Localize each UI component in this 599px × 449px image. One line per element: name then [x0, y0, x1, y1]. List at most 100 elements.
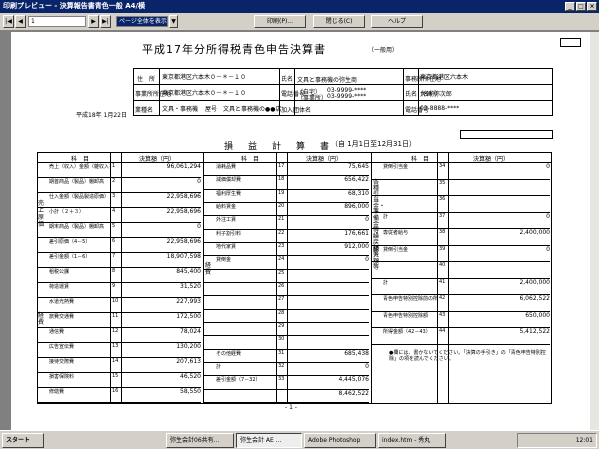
- row-amount: 207,613: [176, 358, 201, 365]
- row-amount: 896,000: [344, 203, 369, 210]
- row-number: 28: [278, 309, 285, 316]
- row-number: 20: [278, 203, 285, 209]
- close-icon[interactable]: ×: [587, 2, 597, 11]
- page-number-input[interactable]: 1: [28, 16, 86, 27]
- task-yayoi-shared[interactable]: 弥生会計06共有...: [166, 433, 234, 448]
- row-amount: 0: [546, 212, 550, 220]
- group-reserves-2: 繰入額等: [373, 246, 380, 271]
- row-amount: 5,412,522: [519, 328, 550, 336]
- row-number: 12: [112, 328, 119, 334]
- form-note: ●欄には、書かないでください。「決算の手引き」の「青色申告特別控除」の項を読んで…: [389, 350, 546, 362]
- job-label: 業種名: [135, 107, 154, 114]
- row-label: その他経費: [216, 350, 242, 357]
- zoom-select[interactable]: ページ全体を表示: [116, 16, 168, 27]
- row-number: 22: [278, 229, 285, 236]
- row-amount: 685,438: [344, 349, 369, 357]
- row-number: 30: [278, 336, 285, 343]
- row-amount: 96,061,294: [166, 163, 201, 170]
- group-expenses-1: 経費: [38, 312, 45, 326]
- row-amount: 8,462,522: [338, 389, 369, 397]
- row-label: 仕入金額（製品製造原価）: [49, 194, 110, 200]
- row-label: 利子割引料: [216, 230, 242, 237]
- row-number: 5: [112, 223, 116, 229]
- row-amount: 4,445,076: [338, 376, 369, 384]
- row-amount: 2,400,000: [519, 229, 550, 237]
- row-amount: 58,550: [180, 388, 201, 395]
- row-number: 44: [439, 328, 446, 335]
- vertical-scrollbar[interactable]: [590, 32, 599, 430]
- start-button[interactable]: スタート: [2, 433, 44, 448]
- row-label: 差引金額（1－6）: [49, 254, 91, 260]
- pl-title: 損 益 計 算 書: [224, 142, 333, 152]
- header-amount-3: 決算額（円）: [473, 156, 510, 163]
- row-number: 14: [112, 358, 119, 364]
- row-amount: 22,958,696: [166, 238, 201, 245]
- row-number: 25: [278, 269, 285, 276]
- row-label: 接待交際費: [49, 359, 75, 365]
- tax-address: 東京都港区六本木: [420, 74, 469, 81]
- group-cost-of-sales: 売上原価: [38, 200, 45, 228]
- maximize-icon[interactable]: □: [576, 2, 586, 11]
- form-title-sub: （一般用）: [368, 47, 399, 54]
- row-label: 貸倒金: [216, 257, 232, 264]
- row-number: 11: [112, 313, 119, 319]
- row-number: 36: [439, 196, 446, 203]
- row-number: 40: [439, 262, 446, 269]
- row-number: 27: [278, 296, 285, 303]
- row-number: 16: [112, 388, 119, 394]
- row-number: 6: [112, 238, 116, 244]
- row-number: 13: [112, 343, 119, 349]
- row-label: 貸倒引当金: [383, 164, 409, 170]
- header-item-2: 科 目: [241, 156, 260, 163]
- row-label: 所得金額（42－43）: [383, 329, 431, 336]
- window-controls: _ □ ×: [565, 2, 597, 11]
- task-yayoi-ae[interactable]: 弥生会計 AE ...: [236, 433, 302, 448]
- zoom-dropdown-icon[interactable]: ▼: [169, 15, 178, 28]
- row-label: 減価償却費: [216, 177, 242, 184]
- close-button[interactable]: 閉じる(C): [313, 15, 365, 28]
- row-label: 青色申告特別控除前の所得金額（33＋37－41）: [383, 296, 437, 303]
- shop-value: 文具と事務機の●●店: [223, 106, 282, 113]
- row-amount: 22,958,696: [166, 193, 201, 200]
- row-amount: 227,993: [176, 298, 201, 305]
- row-label: 水道光熱費: [49, 299, 75, 305]
- phone-office-label: （事業所）: [297, 95, 328, 102]
- shop-label: 屋号: [205, 106, 218, 113]
- last-page-button[interactable]: ▶|: [100, 15, 111, 28]
- row-number: 4: [112, 208, 116, 214]
- print-button[interactable]: 印刷(P)...: [254, 15, 306, 28]
- place-value: 東京都港区六本木０－＊－１０: [162, 90, 247, 97]
- row-number: 35: [439, 179, 446, 186]
- row-number: 42: [439, 295, 446, 302]
- row-amount: 130,200: [176, 343, 201, 350]
- prev-page-button[interactable]: ◀: [15, 15, 26, 28]
- clock: 12:01: [575, 437, 593, 444]
- row-number: 41: [439, 278, 446, 285]
- blank-box: [460, 130, 553, 139]
- help-button[interactable]: ヘルプ: [371, 15, 423, 28]
- first-page-button[interactable]: |◀: [3, 15, 14, 28]
- row-amount: 845,400: [176, 268, 201, 275]
- next-page-button[interactable]: ▶: [88, 15, 99, 28]
- row-amount: 22,958,696: [166, 208, 201, 215]
- task-hidemaru[interactable]: index.htm - 秀丸: [378, 433, 446, 448]
- row-number: 38: [439, 229, 446, 236]
- header-amount-2: 決算額（円）: [306, 156, 343, 163]
- row-amount: 0: [546, 163, 550, 170]
- row-label: 計: [383, 279, 389, 286]
- row-number: 32: [278, 363, 285, 369]
- row-label: 旅費交通費: [49, 314, 75, 320]
- row-number: 33: [278, 376, 285, 383]
- row-label: 通信費: [49, 329, 65, 335]
- minimize-icon[interactable]: _: [565, 2, 575, 11]
- document-page: 平成17年分所得税青色申告決算書 （一般用） 住 所 事業所所在地 業種名 東京…: [11, 32, 590, 430]
- row-label: 地代家賃: [216, 244, 237, 250]
- task-photoshop[interactable]: Adobe Photoshop: [304, 433, 376, 448]
- row-amount: 46,520: [180, 373, 201, 380]
- name-label: 氏名: [281, 76, 294, 83]
- row-label: 計: [383, 213, 389, 220]
- address-value: 東京都港区六本木０－＊－１０: [162, 74, 247, 81]
- preview-toolbar: |◀ ◀ 1 ▶ ▶| ページ全体を表示 ▼ 印刷(P)... 閉じる(C) ヘ…: [0, 13, 599, 31]
- row-amount: 172,500: [176, 313, 201, 320]
- row-label: 修繕費: [49, 389, 65, 395]
